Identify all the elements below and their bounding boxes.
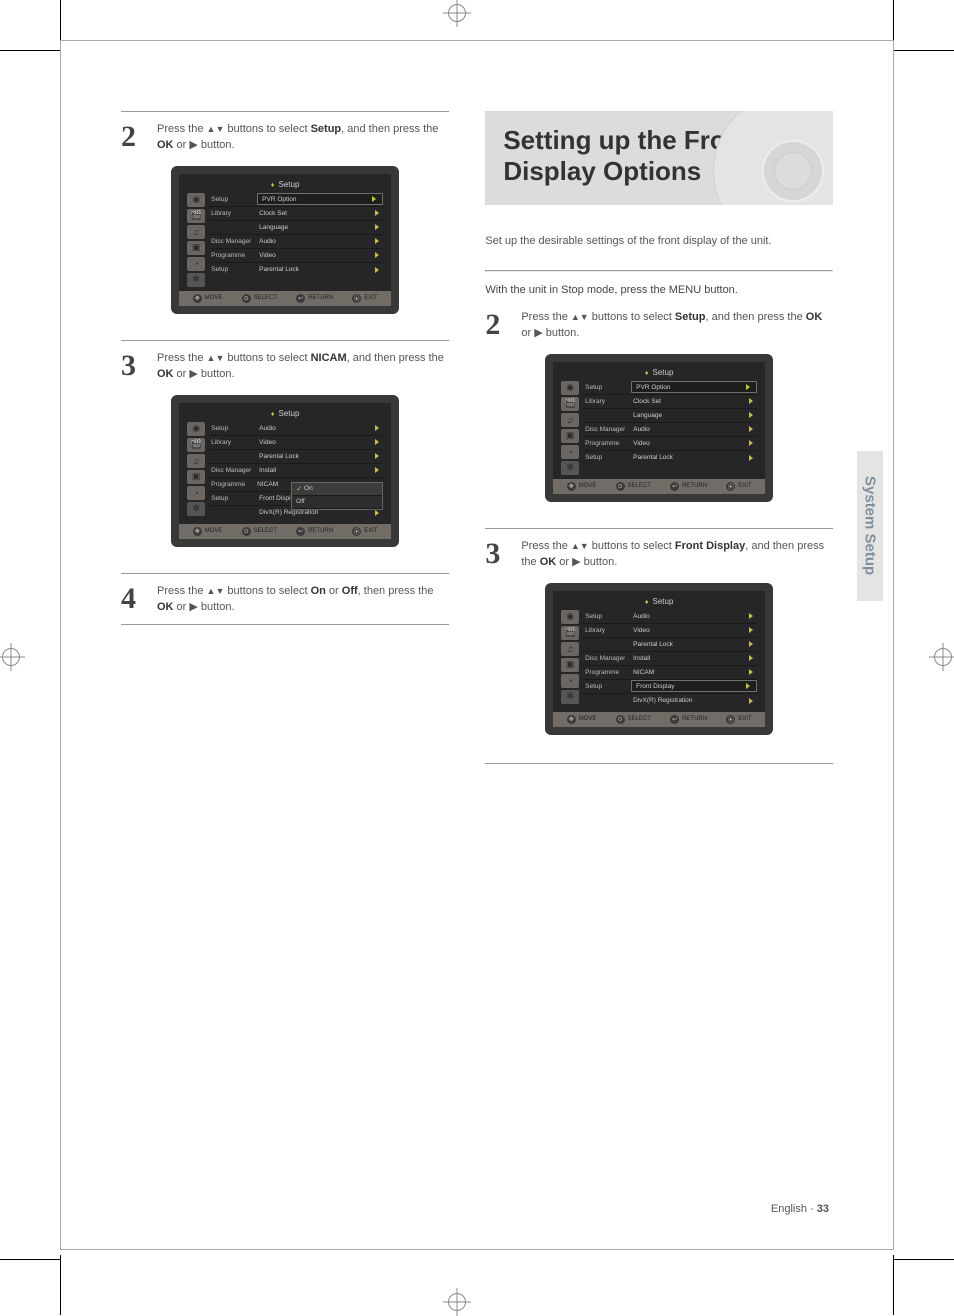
menu-icon: ▣ (187, 241, 205, 255)
tv-footer: ✥MOVE ⊙SELECT ↩RETURN ⦿EXIT (179, 291, 391, 306)
step1-heading: With the unit in Stop mode, press the ME… (485, 284, 833, 296)
title-banner: Setting up the Front Display Options (485, 111, 833, 205)
side-tab: System Setup (857, 451, 883, 601)
menu-icon: 🎬 (561, 626, 579, 640)
step-text: Press the ▲▼ buttons to select Setup, an… (157, 122, 449, 154)
step-text: Press the ▲▼ buttons to select NICAM, an… (157, 351, 449, 383)
menu-icon: ♫ (187, 225, 205, 239)
menu-icon-setup: ✻ (561, 461, 579, 475)
menu-icon: ♫ (561, 413, 579, 427)
menu-icon: ♫ (187, 454, 205, 468)
step-number: 3 (121, 351, 149, 383)
menu-icon: 🎬 (187, 438, 205, 452)
menu-icon: 🎬 (187, 209, 205, 223)
menu-icon: ◉ (187, 422, 205, 436)
menu-icon: ◔ (561, 445, 579, 459)
menu-icon-setup: ✻ (187, 273, 205, 287)
menu-icon: ▣ (187, 470, 205, 484)
menu-icon: ▣ (561, 658, 579, 672)
menu-icon: 🎬 (561, 397, 579, 411)
menu-icon-setup: ✻ (187, 502, 205, 516)
tv-menu-setup-b: Setup ◉ 🎬 ♫ ▣ ◔ ✻ (545, 354, 773, 502)
page-number: English - 33 (771, 1203, 829, 1215)
step-number: 4 (121, 584, 149, 616)
menu-icon: ◔ (187, 486, 205, 500)
step-text: Press the ▲▼ buttons to select Setup, an… (521, 310, 833, 342)
step-number: 2 (485, 310, 513, 342)
menu-icon: ◉ (561, 381, 579, 395)
tv-menu-front-display: Setup ◉ 🎬 ♫ ▣ ◔ ✻ (545, 583, 773, 735)
step-text: Press the ▲▼ buttons to select Front Dis… (521, 539, 833, 571)
menu-icon-setup: ✻ (561, 690, 579, 704)
nicam-submenu: On Off (291, 482, 383, 510)
menu-icon: ◔ (561, 674, 579, 688)
right-column: Setting up the Front Display Options Set… (485, 111, 833, 782)
step-number: 3 (485, 539, 513, 571)
side-tab-label: System Setup (862, 476, 879, 575)
menu-icon: ♫ (561, 642, 579, 656)
tv-menu-setup-a: Setup ◉ 🎬 ♫ ▣ ◔ ✻ (171, 166, 399, 314)
page-frame: System Setup 2 Press the ▲▼ buttons to s… (60, 40, 894, 1250)
tv-menu-nicam: Setup ◉ 🎬 ♫ ▣ ◔ ✻ (171, 395, 399, 547)
menu-icon: ◔ (187, 257, 205, 271)
left-column: 2 Press the ▲▼ buttons to select Setup, … (121, 111, 449, 782)
menu-icon: ◉ (187, 193, 205, 207)
menu-icon: ◉ (561, 610, 579, 624)
intro-text: Set up the desirable settings of the fro… (485, 233, 833, 250)
disc-icon (713, 111, 833, 205)
step-number: 2 (121, 122, 149, 154)
step-text: Press the ▲▼ buttons to select On or Off… (157, 584, 449, 616)
menu-icon: ▣ (561, 429, 579, 443)
